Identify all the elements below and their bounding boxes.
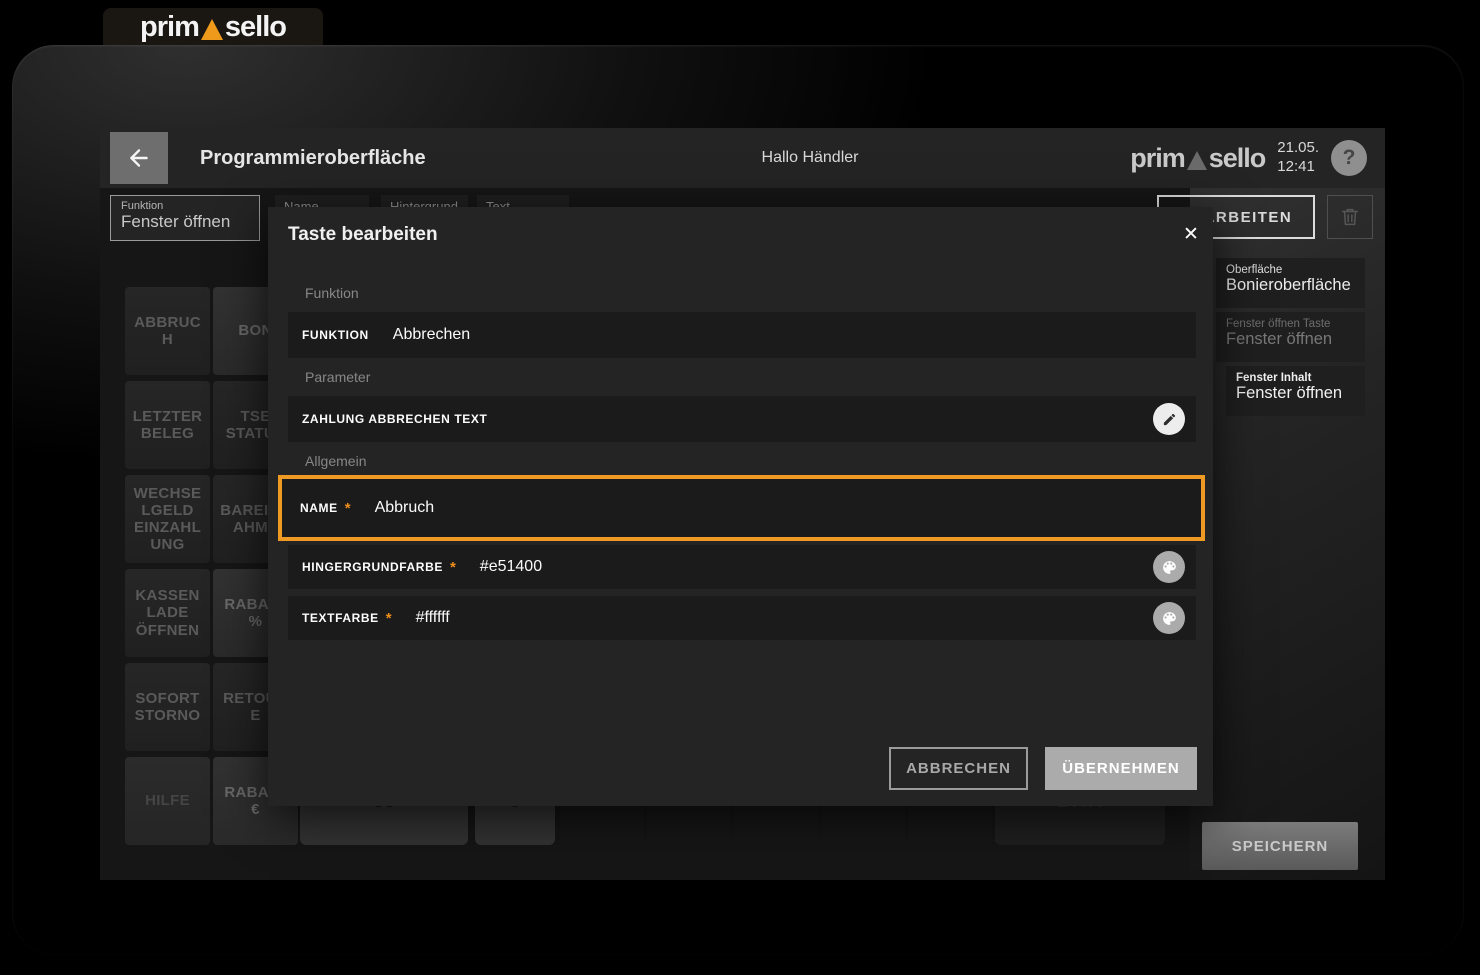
pick-text-color-button[interactable] xyxy=(1153,602,1185,634)
palette-icon xyxy=(1161,610,1178,627)
header-right: prim sello 21.05. 12:41 ? xyxy=(1130,128,1367,188)
logo-text: sello xyxy=(1209,145,1266,172)
zahlung-abbrechen-text-label: ZAHLUNG ABBRECHEN TEXT xyxy=(302,412,487,426)
pos-app: prim sello Programmieroberfläche Hallo H… xyxy=(0,0,1480,975)
page-title: Programmieroberfläche xyxy=(200,128,426,188)
datetime: 21.05. 12:41 xyxy=(1277,139,1319,177)
name-field-value: Abbruch xyxy=(375,499,435,517)
zahlung-abbrechen-text-field[interactable]: ZAHLUNG ABBRECHEN TEXT xyxy=(288,396,1196,442)
save-button[interactable]: SPEICHERN xyxy=(1202,822,1358,870)
delete-key-button[interactable] xyxy=(1327,195,1373,239)
background-color-label: HINGERGRUNDFARBE xyxy=(302,560,443,574)
edit-key-dialog: Taste bearbeiten ✕ Funktion FUNKTION Abb… xyxy=(268,207,1213,806)
required-marker: * xyxy=(386,610,392,627)
function-selector[interactable]: Funktion Fenster öffnen xyxy=(110,195,260,241)
sidebar-item-label: Fenster öffnen Taste xyxy=(1226,318,1355,330)
user-greeting: Hallo Händler xyxy=(640,128,980,188)
sidebar-item-fenster-inhalt[interactable]: Fenster Inhalt Fenster öffnen xyxy=(1226,366,1365,416)
logo-text: prim xyxy=(140,13,199,42)
date-label: 21.05. xyxy=(1277,139,1319,158)
section-allgemein: Allgemein xyxy=(305,453,366,469)
logo-triangle-icon xyxy=(1187,151,1207,170)
sidebar-item-value: Fenster öffnen xyxy=(1236,384,1355,403)
funktion-field-value: Abbrechen xyxy=(393,326,470,344)
background-color-field[interactable]: HINGERGRUNDFARBE * #e51400 xyxy=(288,545,1196,589)
pick-background-color-button[interactable] xyxy=(1153,551,1185,583)
primasello-logo-gray: prim sello xyxy=(1130,145,1265,172)
arrow-left-icon xyxy=(126,145,152,171)
funktion-field[interactable]: FUNKTION Abbrechen xyxy=(288,312,1196,358)
close-icon[interactable]: ✕ xyxy=(1176,219,1206,249)
sidebar-item-oberflaeche[interactable]: Oberfläche Bonieroberfläche xyxy=(1216,258,1365,308)
brand-tab: prim sello xyxy=(103,8,323,46)
logo-text: prim xyxy=(1130,145,1185,172)
function-selector-label: Funktion xyxy=(121,200,249,212)
time-label: 12:41 xyxy=(1277,158,1319,177)
key-kassenlade-oeffnen[interactable]: KASSENLADE ÖFFNEN xyxy=(125,569,210,657)
text-color-value: #ffffff xyxy=(416,609,450,627)
required-marker: * xyxy=(450,559,456,576)
section-parameter: Parameter xyxy=(305,369,370,385)
primasello-logo: prim sello xyxy=(140,13,286,42)
key-sofort-storno[interactable]: SOFORT STORNO xyxy=(125,663,210,751)
background-color-value: #e51400 xyxy=(480,558,542,576)
trash-icon xyxy=(1339,206,1361,228)
pencil-icon xyxy=(1162,412,1177,427)
key-wechselgeld-einzahlung[interactable]: WECHSELGELD EINZAHLUNG xyxy=(125,475,210,563)
sidebar-item-label: Oberfläche xyxy=(1226,264,1355,276)
edit-text-button[interactable] xyxy=(1153,403,1185,435)
app-screen: Programmieroberfläche Hallo Händler prim… xyxy=(100,128,1385,880)
key-abbruch[interactable]: ABBRUCH xyxy=(125,287,210,375)
sidebar-item-fenster-oeffnen-taste[interactable]: Fenster öffnen Taste Fenster öffnen xyxy=(1216,312,1365,362)
logo-triangle-icon xyxy=(201,19,223,40)
name-field-label: NAME xyxy=(300,501,338,515)
app-header: Programmieroberfläche Hallo Händler prim… xyxy=(100,128,1385,188)
logo-text: sello xyxy=(225,13,286,42)
key-hilfe[interactable]: HILFE xyxy=(125,757,210,845)
sidebar-item-value: Bonieroberfläche xyxy=(1226,276,1355,295)
name-field-highlighted[interactable]: NAME * Abbruch xyxy=(278,475,1205,541)
text-color-label: TEXTFARBE xyxy=(302,611,379,625)
sidebar-item-value: Fenster öffnen xyxy=(1226,330,1355,349)
palette-icon xyxy=(1161,559,1178,576)
back-button[interactable] xyxy=(110,132,168,184)
funktion-field-label: FUNKTION xyxy=(302,328,369,342)
sidebar-item-label: Fenster Inhalt xyxy=(1236,372,1355,384)
key-letzter-beleg[interactable]: LETZTER BELEG xyxy=(125,381,210,469)
section-funktion: Funktion xyxy=(305,285,359,301)
apply-button[interactable]: ÜBERNEHMEN xyxy=(1045,747,1197,790)
cancel-button[interactable]: ABBRECHEN xyxy=(889,747,1028,790)
function-selector-value: Fenster öffnen xyxy=(121,212,249,232)
help-button[interactable]: ? xyxy=(1331,140,1367,176)
text-color-field[interactable]: TEXTFARBE * #ffffff xyxy=(288,596,1196,640)
dialog-title: Taste bearbeiten xyxy=(288,224,438,246)
required-marker: * xyxy=(345,500,351,517)
